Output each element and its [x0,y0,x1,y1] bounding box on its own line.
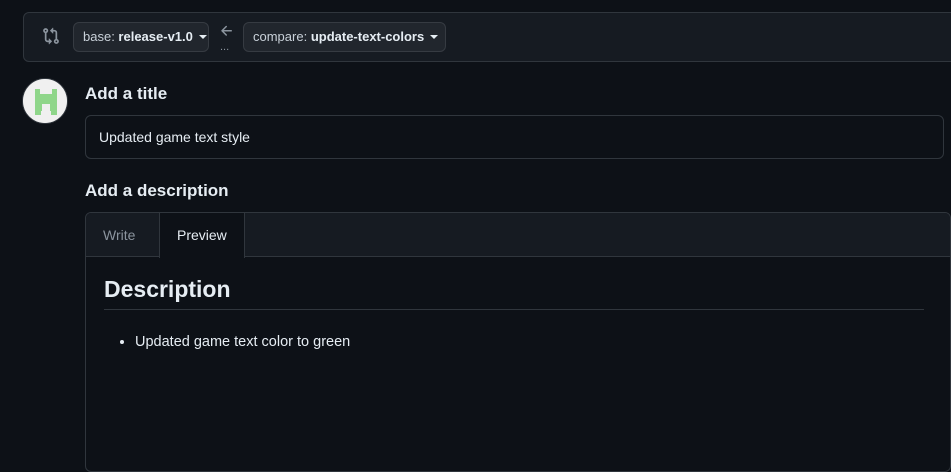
compare-prefix: compare: [253,29,311,44]
title-label: Add a title [85,84,168,103]
arrow-left-icon [221,25,232,36]
range-separator-dots: ... [220,41,230,53]
description-editor: Write Preview Description Updated game t… [85,212,951,472]
triangle-down-icon [198,35,207,39]
compare-branch-button[interactable]: compare: update-text-colors [243,22,446,52]
base-branch-name: release-v1.0 [118,29,193,44]
list-item: Updated game text color to green [135,332,924,352]
avatar[interactable] [22,78,68,124]
git-compare-icon [43,27,59,45]
preview-list: Updated game text color to green [104,332,924,352]
title-input[interactable] [85,115,944,159]
tab-preview[interactable]: Preview [159,213,245,258]
identicon-avatar [23,79,67,123]
compare-branch-name: update-text-colors [310,29,425,44]
triangle-down-icon [430,35,439,39]
base-prefix: base: [83,29,119,44]
branch-range-bar: base: release-v1.0 ... compare: update-t… [23,12,951,62]
description-label: Add a description [85,181,229,200]
preview-content: Description Updated game text color to g… [104,275,924,352]
tab-write[interactable]: Write [86,213,152,257]
base-branch-button[interactable]: base: release-v1.0 [73,22,209,52]
editor-tabbar: Write Preview [86,213,950,258]
preview-heading: Description [104,275,924,310]
